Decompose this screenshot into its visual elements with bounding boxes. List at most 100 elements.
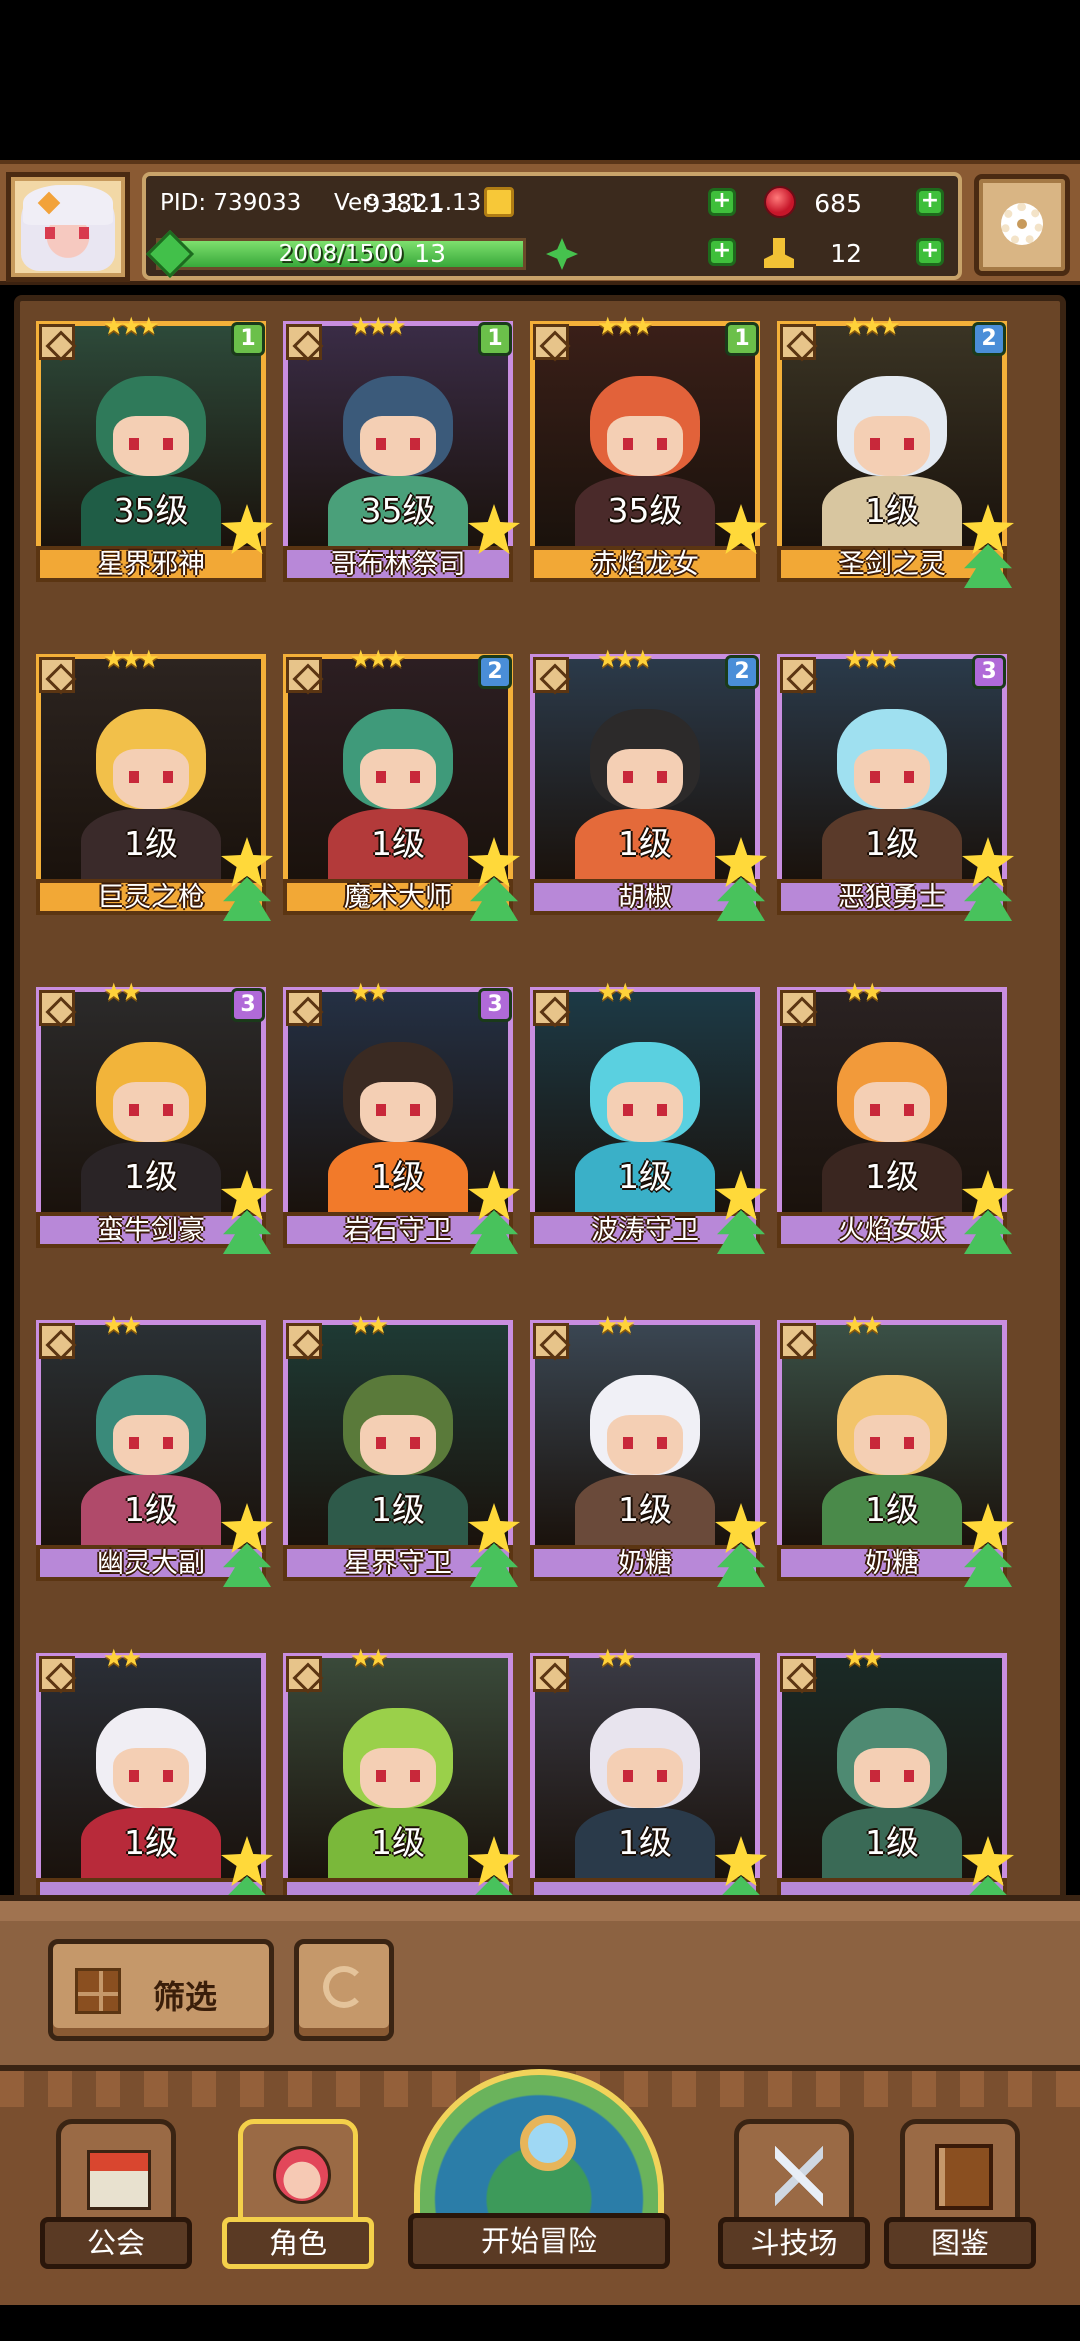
stamina-amount: 12 <box>830 238 862 268</box>
character-card[interactable]: ★★ 3 1级 蛮牛剑豪 <box>36 978 273 1254</box>
character-card[interactable]: ★★ 1级 <box>777 1644 1014 1899</box>
rank-badge: 1 <box>231 322 265 356</box>
add-clover-button[interactable]: + <box>708 238 736 266</box>
grid-icon <box>75 1968 121 2014</box>
add-stamina-button[interactable]: + <box>916 238 944 266</box>
character-card[interactable]: ★★★ 3 1级 恶狼勇士 <box>777 645 1014 921</box>
rarity-stars: ★★ <box>350 978 389 1006</box>
rarity-stars: ★★★ <box>597 645 654 673</box>
player-id: PID: 739033 <box>160 190 302 216</box>
character-card[interactable]: ★★ 1级 <box>530 1644 767 1899</box>
rarity-stars: ★★ <box>103 978 142 1006</box>
class-type-icon <box>39 657 75 693</box>
add-gold-button[interactable]: + <box>708 188 736 216</box>
filter-bar: 筛选 <box>0 1895 1080 2065</box>
stamina-boot-icon <box>764 238 794 268</box>
class-type-icon <box>39 1323 75 1359</box>
character-roster[interactable]: ★★★ 1 35级 星界邪神 ★★★ 1 35级 哥布林祭司 ★★★ 1 35级 赤焰龙女 ★★★ 2 1级… <box>14 295 1066 1905</box>
class-type-icon <box>533 990 569 1026</box>
class-type-icon <box>780 990 816 1026</box>
character-card[interactable]: ★★★ 2 1级 圣剑之灵 <box>777 312 1014 588</box>
character-card[interactable]: ★★★ 1级 巨灵之枪 <box>36 645 273 921</box>
rarity-stars: ★★ <box>597 1311 636 1339</box>
rank-badge: 3 <box>972 655 1006 689</box>
rarity-stars: ★★★ <box>844 312 901 340</box>
rarity-stars: ★★ <box>350 1311 389 1339</box>
class-type-icon <box>780 657 816 693</box>
nav-arena-label: 斗技场 <box>750 2226 838 2260</box>
rarity-stars: ★★ <box>844 1644 883 1672</box>
ruby-gem-icon <box>764 186 796 218</box>
rarity-stars: ★★★ <box>597 312 654 340</box>
character-card[interactable]: ★★ 1级 星界守卫 <box>283 1311 520 1587</box>
experience-bar: 2008/1500 <box>145 229 526 279</box>
nav-arena[interactable]: 斗技场 <box>718 2119 870 2269</box>
sort-refresh-button[interactable] <box>294 1939 394 2041</box>
experience-text: 2008/1500 <box>278 241 404 267</box>
filter-label: 筛选 <box>153 1978 218 2016</box>
character-name: 星界邪神 <box>97 549 205 580</box>
world-globe-icon <box>414 2069 664 2219</box>
name-plate: 哥布林祭司 <box>283 546 513 582</box>
refresh-icon <box>323 1966 365 2008</box>
character-card[interactable]: ★★ 1级 <box>283 1644 520 1899</box>
rarity-stars: ★★ <box>103 1311 142 1339</box>
nav-role[interactable]: 角色 <box>222 2119 374 2269</box>
class-type-icon <box>286 324 322 360</box>
rarity-stars: ★★★ <box>844 645 901 673</box>
rarity-stars: ★★ <box>844 1311 883 1339</box>
character-card[interactable]: ★★ 1级 奶糖 <box>530 1311 767 1587</box>
nav-codex-label: 图鉴 <box>930 2226 989 2260</box>
rank-badge: 1 <box>725 322 759 356</box>
player-avatar[interactable] <box>6 172 130 282</box>
class-type-icon <box>286 657 322 693</box>
class-type-icon <box>39 990 75 1026</box>
character-card[interactable]: ★★★ 2 1级 魔术大师 <box>283 645 520 921</box>
class-type-icon <box>780 324 816 360</box>
class-type-icon <box>39 324 75 360</box>
class-type-icon <box>780 1656 816 1692</box>
class-type-icon <box>286 990 322 1026</box>
rank-badge: 2 <box>972 322 1006 356</box>
character-card[interactable]: ★★ 3 1级 岩石守卫 <box>283 978 520 1254</box>
character-card[interactable]: ★★★ 2 1级 胡椒 <box>530 645 767 921</box>
character-card[interactable]: ★★ 1级 波涛守卫 <box>530 978 767 1254</box>
bottom-navigation: 公会 角色 开始冒险 斗技场 图鉴 <box>0 2065 1080 2305</box>
rarity-stars: ★★ <box>350 1644 389 1672</box>
gear-icon <box>1001 203 1043 245</box>
character-card[interactable]: ★★★ 1 35级 哥布林祭司 <box>283 312 520 582</box>
character-grid: ★★★ 1 35级 星界邪神 ★★★ 1 35级 哥布林祭司 ★★★ 1 35级 赤焰龙女 ★★★ 2 1级… <box>36 312 1046 1899</box>
clover-icon <box>546 238 578 270</box>
character-card[interactable]: ★★ 1级 奶糖 <box>777 1311 1014 1587</box>
character-card[interactable]: ★★ 1级 <box>36 1644 273 1899</box>
class-type-icon <box>286 1323 322 1359</box>
settings-button[interactable] <box>974 174 1070 276</box>
class-type-icon <box>39 1656 75 1692</box>
class-type-icon <box>533 1323 569 1359</box>
character-card[interactable]: ★★★ 1 35级 星界邪神 <box>36 312 273 582</box>
character-card[interactable]: ★★ 1级 火焰女妖 <box>777 978 1014 1254</box>
clover-amount: 13 <box>414 238 446 268</box>
rank-badge: 2 <box>478 655 512 689</box>
rarity-stars: ★★★ <box>350 645 407 673</box>
class-type-icon <box>286 1656 322 1692</box>
class-type-icon <box>533 324 569 360</box>
character-name: 赤焰龙女 <box>591 549 699 580</box>
character-card[interactable]: ★★★ 1 35级 赤焰龙女 <box>530 312 767 582</box>
filter-button[interactable]: 筛选 <box>48 1939 274 2041</box>
character-card[interactable]: ★★ 1级 幽灵大副 <box>36 1311 273 1587</box>
nav-codex[interactable]: 图鉴 <box>884 2119 1036 2269</box>
character-name: 哥布林祭司 <box>330 549 466 580</box>
top-header: PID: 739033 Ver: 1.1.1.13 93821 + 685 + … <box>0 160 1080 285</box>
start-adventure-button[interactable]: 开始冒险 <box>408 2069 670 2269</box>
rank-badge: 3 <box>231 988 265 1022</box>
rarity-stars: ★★ <box>844 978 883 1006</box>
nav-guild[interactable]: 公会 <box>40 2119 192 2269</box>
character-face-icon <box>273 2146 331 2204</box>
magnifier-icon <box>520 2115 576 2171</box>
class-type-icon <box>780 1323 816 1359</box>
add-gem-button[interactable]: + <box>916 188 944 216</box>
rank-badge: 2 <box>725 655 759 689</box>
rarity-stars: ★★ <box>597 1644 636 1672</box>
rarity-stars: ★★ <box>597 978 636 1006</box>
